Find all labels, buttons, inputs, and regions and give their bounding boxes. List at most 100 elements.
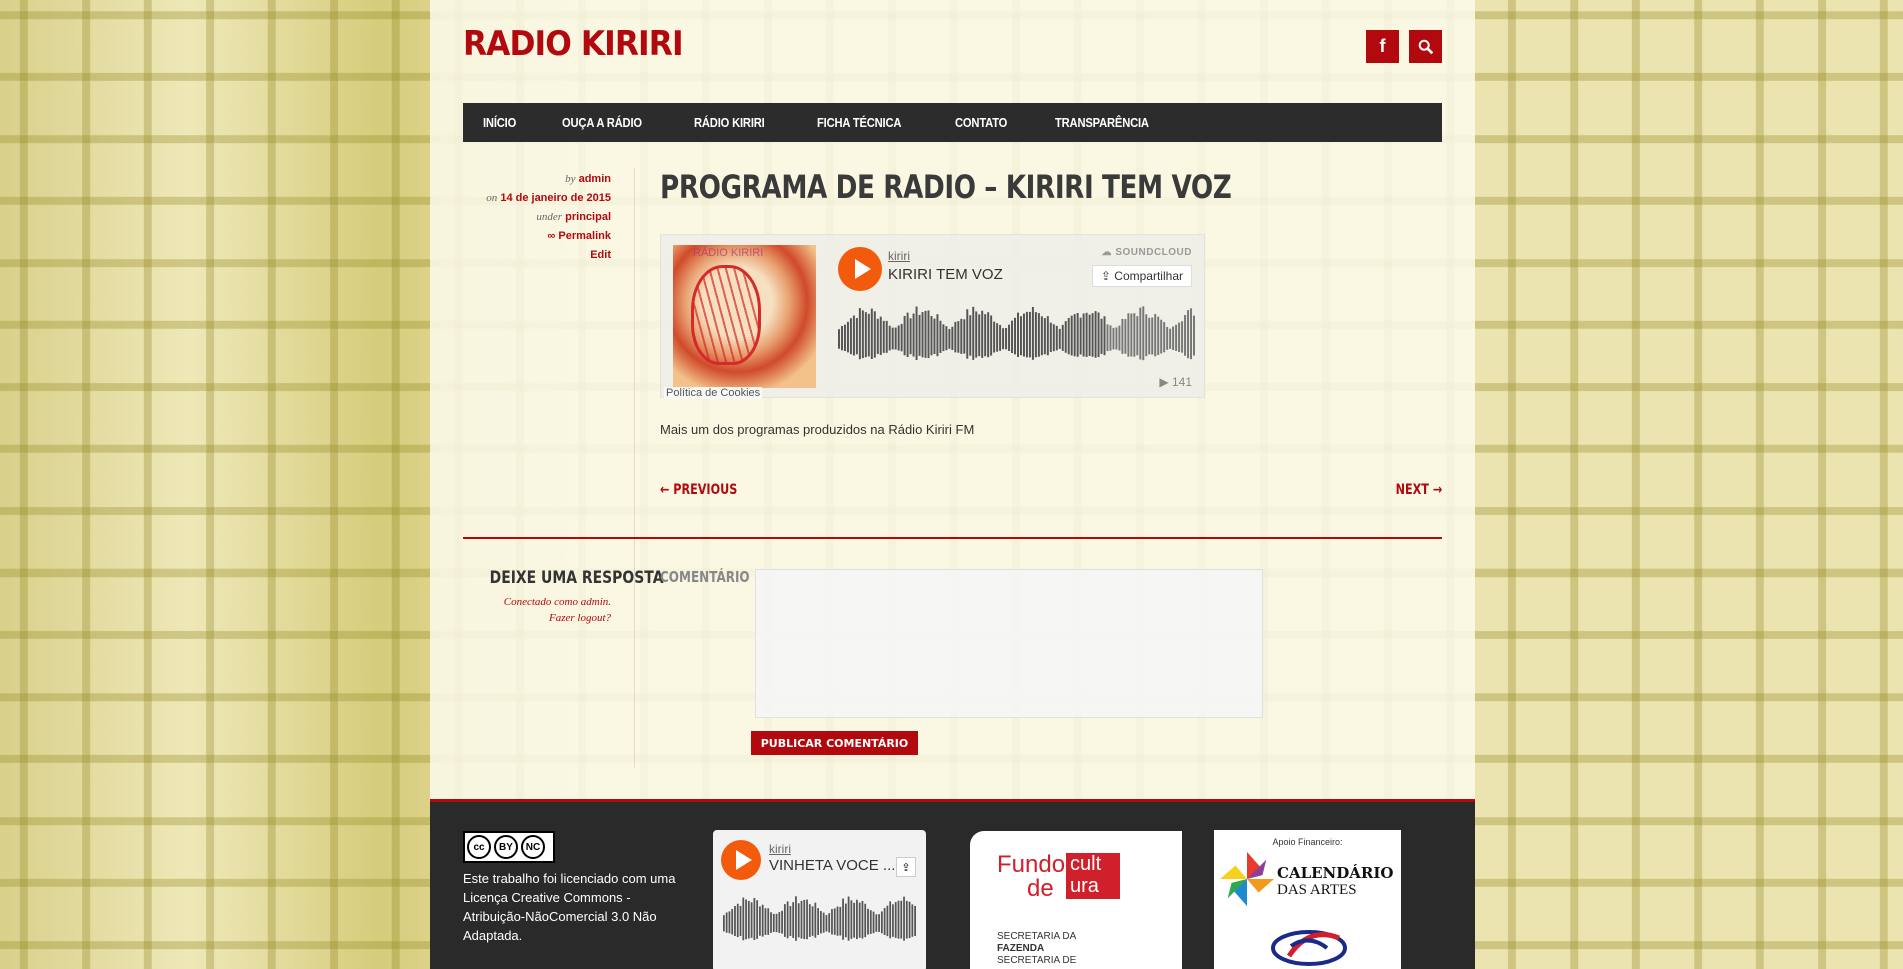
- waveform-bar: [1019, 316, 1022, 356]
- waveform[interactable]: [838, 305, 1196, 365]
- author-link[interactable]: admin: [579, 173, 611, 185]
- fundo-line1: Fundo: [997, 851, 1066, 878]
- waveform-bar: [886, 905, 889, 937]
- cc-logo-icon: cc: [467, 835, 491, 859]
- waveform-bar: [880, 911, 883, 934]
- secretaria-line3: SECRETARIA DE: [997, 955, 1077, 966]
- header-icons: f: [1366, 30, 1442, 63]
- logout-link[interactable]: Fazer logout?: [463, 610, 611, 626]
- play-button[interactable]: [838, 247, 882, 291]
- comment-textarea[interactable]: [755, 569, 1263, 718]
- logged-in-info: Conectado como admin. Fazer logout?: [463, 594, 611, 626]
- nav-item-transparencia[interactable]: TRANSPARÊNCIA: [1055, 115, 1149, 130]
- waveform-bar: [975, 311, 978, 358]
- waveform-bar: [1172, 326, 1175, 351]
- nav-item-contato[interactable]: CONTATO: [955, 115, 1007, 130]
- footer-play-button[interactable]: [721, 840, 761, 880]
- waveform-bar: [1106, 324, 1109, 352]
- soundcloud-brand[interactable]: ☁ SOUNDCLOUD: [1102, 247, 1192, 258]
- waveform-bar: [1187, 310, 1190, 359]
- waveform-bar: [1046, 316, 1049, 356]
- waveform-bar: [856, 899, 858, 940]
- waveform-bar: [728, 911, 731, 934]
- footer-share-icon[interactable]: ⇪: [896, 857, 916, 877]
- column-divider: [634, 168, 635, 768]
- previous-post-link[interactable]: ← PREVIOUS: [660, 482, 737, 498]
- publish-comment-button[interactable]: PUBLICAR COMENTÁRIO: [751, 731, 918, 755]
- pinwheel-icon: [1219, 851, 1275, 907]
- waveform-bar: [839, 906, 842, 936]
- edit-link[interactable]: Edit: [590, 249, 611, 261]
- waveform-bar: [903, 896, 905, 941]
- fundo-logo-text: Fundo de: [997, 853, 1065, 901]
- waveform-bar: [1184, 314, 1187, 356]
- date-link[interactable]: 14 de janeiro de 2015: [500, 192, 611, 204]
- track-user-link[interactable]: kiriri: [888, 249, 910, 263]
- waveform-bar: [1193, 315, 1195, 356]
- nav-item-inicio[interactable]: INÍCIO: [483, 115, 516, 130]
- waveform-bar: [867, 313, 870, 357]
- waveform-bar: [892, 904, 894, 937]
- waveform-bar: [745, 899, 747, 940]
- category-link[interactable]: principal: [565, 211, 611, 223]
- waveform-bar: [897, 900, 900, 939]
- waveform-bar: [1037, 313, 1040, 357]
- waveform-bar: [911, 904, 914, 937]
- waveform-bar: [842, 898, 844, 940]
- waveform-bar: [1097, 312, 1100, 358]
- footer-track-user-link[interactable]: kiriri: [769, 842, 791, 856]
- facebook-icon[interactable]: f: [1366, 30, 1399, 63]
- share-button[interactable]: ⇪ Compartilhar: [1091, 265, 1192, 287]
- nav-item-ficha-tecnica[interactable]: FICHA TÉCNICA: [817, 115, 901, 130]
- footer-waveform[interactable]: [723, 895, 917, 945]
- track-title[interactable]: KIRIRI TEM VOZ: [888, 266, 1003, 283]
- nav-item-radio-kiriri[interactable]: RÁDIO KIRIRI: [694, 115, 765, 130]
- nav-item-ouca-a-radio[interactable]: OUÇA A RÁDIO: [562, 115, 642, 130]
- track-artwork[interactable]: RÁDIO KIRIRI: [673, 245, 816, 388]
- waveform-bar: [781, 910, 783, 934]
- waveform-bar: [723, 915, 725, 932]
- logged-in-as-link[interactable]: Conectado como admin.: [463, 594, 611, 610]
- waveform-bar: [850, 900, 853, 939]
- waveform-bar: [1073, 314, 1076, 357]
- next-post-link[interactable]: NEXT →: [1395, 482, 1442, 498]
- waveform-bar: [783, 904, 786, 937]
- waveform-bar: [875, 914, 878, 932]
- license-text[interactable]: Este trabalho foi licenciado com uma Lic…: [463, 869, 683, 945]
- search-icon[interactable]: [1409, 30, 1442, 63]
- waveform-bar: [1175, 324, 1178, 351]
- waveform-bar: [1031, 306, 1034, 360]
- cookie-policy-link[interactable]: Política de Cookies: [664, 387, 763, 399]
- waveform-bar: [808, 904, 811, 937]
- creative-commons-badge[interactable]: cc BY NC: [463, 831, 555, 863]
- waveform-bar: [1178, 322, 1181, 353]
- waveform-bar: [1067, 317, 1070, 355]
- waveform-bar: [942, 324, 945, 352]
- waveform-bar: [861, 310, 864, 359]
- footer-soundcloud-player: kiriri VINHETA VOCE ... ⇪: [713, 830, 926, 969]
- comment-label: COMENTÁRIO: [660, 568, 750, 586]
- waveform-bar: [872, 911, 875, 934]
- section-divider: [463, 537, 1442, 539]
- waveform-bar: [1088, 314, 1091, 356]
- fundo-de-cultura-logo[interactable]: Fundo de cult ura SECRETARIA DA FAZENDA …: [970, 831, 1182, 969]
- site-title[interactable]: RADIO KIRIRI: [463, 24, 684, 64]
- waveform-bar: [1008, 324, 1011, 351]
- waveform-bar: [1017, 312, 1019, 357]
- waveform-bar: [786, 901, 789, 939]
- waveform-bar: [731, 909, 734, 935]
- permalink-link[interactable]: ∞ Permalink: [548, 230, 611, 242]
- waveform-bar: [939, 320, 942, 353]
- waveform-bar: [1112, 327, 1115, 350]
- calendario-das-artes-logo[interactable]: Apoio Financeiro: CALENDÁRIO DAS ARTES: [1214, 830, 1401, 969]
- waveform-bar: [852, 315, 855, 356]
- waveform-bar: [903, 315, 906, 356]
- waveform-bar: [797, 903, 800, 938]
- footer-track-title[interactable]: VINHETA VOCE ...: [769, 857, 895, 874]
- play-count: ▶ 141: [1159, 375, 1192, 389]
- waveform-bar: [861, 901, 864, 939]
- waveform-bar: [969, 315, 972, 356]
- waveform-bar: [836, 906, 839, 936]
- waveform-bar: [894, 902, 897, 938]
- secretaria-line1: SECRETARIA DA: [997, 931, 1077, 942]
